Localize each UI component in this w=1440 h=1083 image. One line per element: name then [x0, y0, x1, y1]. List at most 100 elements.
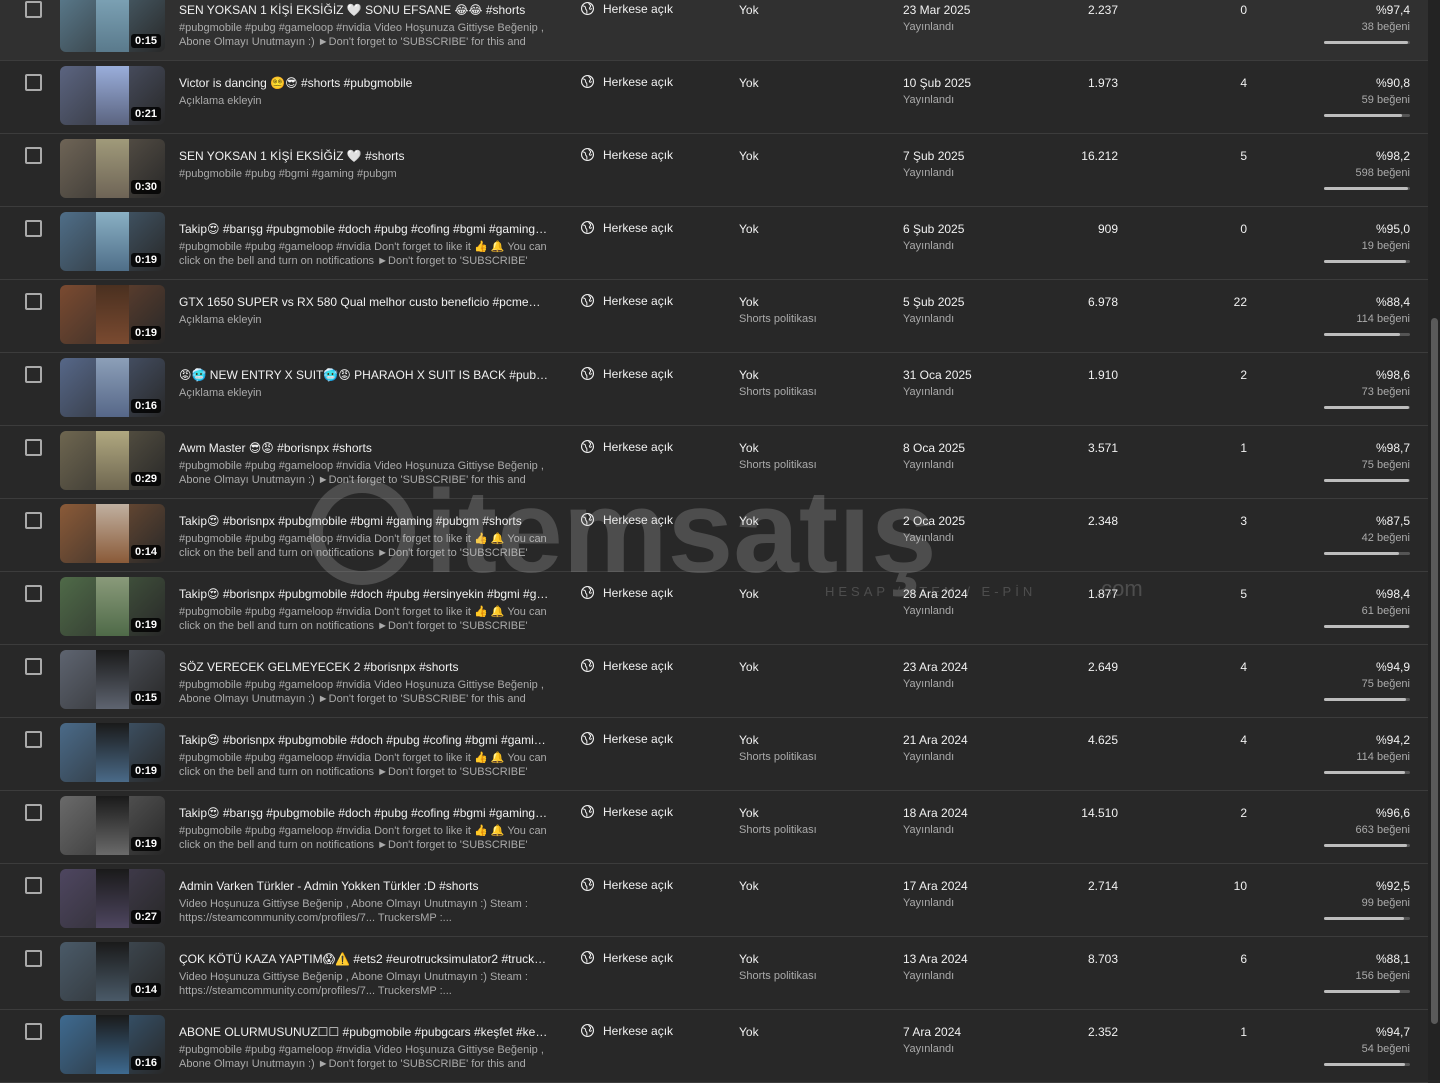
video-thumbnail[interactable]: 0:19: [60, 212, 165, 271]
video-thumbnail[interactable]: 0:19: [60, 723, 165, 782]
video-thumbnail[interactable]: 0:30: [60, 139, 165, 198]
video-row[interactable]: 0:19 Takip😍 #barışg #pubgmobile #doch #pu…: [0, 791, 1428, 864]
video-title[interactable]: Takip😍 #borisnpx #pubgmobile #doch #pubg…: [179, 733, 549, 747]
video-thumbnail[interactable]: 0:15: [60, 650, 165, 709]
video-title[interactable]: ÇOK KÖTÜ KAZA YAPTIM😱⚠️ #ets2 #eurotruck…: [179, 952, 549, 966]
video-row[interactable]: 0:29 Awm Master 😎😡 #borisnpx #shorts #pubg…: [0, 426, 1428, 499]
video-thumbnail[interactable]: 0:19: [60, 285, 165, 344]
video-thumbnail[interactable]: 0:19: [60, 577, 165, 636]
restrictions-cell[interactable]: Yok Shorts politikası: [739, 733, 817, 763]
visibility-dropdown[interactable]: Herkese açık: [580, 585, 673, 600]
video-title[interactable]: SEN YOKSAN 1 KİŞİ EKSİĞİZ 🤍 #shorts: [179, 149, 549, 163]
visibility-dropdown[interactable]: Herkese açık: [580, 366, 673, 381]
video-thumbnail[interactable]: 0:14: [60, 504, 165, 563]
video-thumbnail[interactable]: 0:21: [60, 66, 165, 125]
visibility-dropdown[interactable]: Herkese açık: [580, 950, 673, 965]
video-title[interactable]: SEN YOKSAN 1 KİŞİ EKSİĞİZ 🤍 SONU EFSANE …: [179, 3, 549, 17]
globe-icon: [580, 804, 595, 819]
select-checkbox[interactable]: [25, 439, 42, 456]
video-row[interactable]: 0:19 GTX 1650 SUPER vs RX 580 Qual melhor…: [0, 280, 1428, 353]
video-title[interactable]: SÖZ VERECEK GELMEYECEK 2 #borisnpx #shor…: [179, 660, 549, 674]
video-row[interactable]: 0:19 Takip😍 #borisnpx #pubgmobile #doch #…: [0, 718, 1428, 791]
select-checkbox[interactable]: [25, 147, 42, 164]
video-thumbnail[interactable]: 0:19: [60, 796, 165, 855]
video-title[interactable]: Takip😍 #borisnpx #pubgmobile #doch #pubg…: [179, 587, 549, 601]
select-checkbox[interactable]: [25, 731, 42, 748]
video-row[interactable]: 0:19 Takip😍 #borisnpx #pubgmobile #doch #…: [0, 572, 1428, 645]
visibility-dropdown[interactable]: Herkese açık: [580, 1, 673, 16]
select-checkbox[interactable]: [25, 658, 42, 675]
video-row[interactable]: 0:21 Victor is dancing 😵‍💫😎 #shorts #pubg…: [0, 61, 1428, 134]
video-thumbnail[interactable]: 0:14: [60, 942, 165, 1001]
select-checkbox[interactable]: [25, 74, 42, 91]
video-thumbnail[interactable]: 0:29: [60, 431, 165, 490]
select-checkbox[interactable]: [25, 950, 42, 967]
restrictions-cell[interactable]: Yok: [739, 1025, 759, 1043]
video-title[interactable]: ABONE OLURMUSUNUZ☐☐ #pubgmobile #pubgcar…: [179, 1025, 549, 1039]
visibility-dropdown[interactable]: Herkese açık: [580, 658, 673, 673]
video-title[interactable]: Takip😍 #barışg #pubgmobile #doch #pubg #…: [179, 806, 549, 820]
select-checkbox[interactable]: [25, 220, 42, 237]
restrictions-cell[interactable]: Yok: [739, 879, 759, 897]
restrictions-cell[interactable]: Yok Shorts politikası: [739, 368, 817, 398]
restrictions-cell[interactable]: Yok: [739, 660, 759, 678]
video-description: #pubgmobile #pubg #gameloop #nvidia Vide…: [179, 1044, 544, 1070]
like-count: 61 beğeni: [1361, 605, 1410, 617]
visibility-dropdown[interactable]: Herkese açık: [580, 293, 673, 308]
select-checkbox[interactable]: [25, 366, 42, 383]
date-cell: 7 Ara 2024 Yayınlandı: [903, 1025, 961, 1055]
video-thumbnail[interactable]: 0:27: [60, 869, 165, 928]
select-checkbox[interactable]: [25, 512, 42, 529]
restrictions-cell[interactable]: Yok Shorts politikası: [739, 952, 817, 982]
visibility-dropdown[interactable]: Herkese açık: [580, 877, 673, 892]
restrictions-cell[interactable]: Yok Shorts politikası: [739, 806, 817, 836]
restrictions-cell[interactable]: Yok: [739, 222, 759, 240]
publish-date: 23 Mar 2025: [903, 3, 971, 17]
visibility-dropdown[interactable]: Herkese açık: [580, 220, 673, 235]
visibility-dropdown[interactable]: Herkese açık: [580, 804, 673, 819]
select-checkbox[interactable]: [25, 1023, 42, 1040]
select-checkbox[interactable]: [25, 877, 42, 894]
like-ratio-bar-fill: [1324, 917, 1404, 920]
restriction-value: Yok: [739, 222, 759, 236]
video-title[interactable]: GTX 1650 SUPER vs RX 580 Qual melhor cus…: [179, 295, 549, 309]
video-thumbnail[interactable]: 0:15: [60, 0, 165, 52]
select-checkbox[interactable]: [25, 804, 42, 821]
restrictions-cell[interactable]: Yok: [739, 76, 759, 94]
scrollbar-track[interactable]: [1428, 0, 1440, 1080]
video-title[interactable]: Admin Varken Türkler - Admin Yokken Türk…: [179, 879, 549, 893]
visibility-dropdown[interactable]: Herkese açık: [580, 512, 673, 527]
video-row[interactable]: 0:16 😡🥶 NEW ENTRY X SUIT🥶😡 PHARAOH X SUIT…: [0, 353, 1428, 426]
visibility-dropdown[interactable]: Herkese açık: [580, 74, 673, 89]
video-row[interactable]: 0:15 SEN YOKSAN 1 KİŞİ EKSİĞİZ 🤍 SONU EFS…: [0, 0, 1428, 61]
visibility-dropdown[interactable]: Herkese açık: [580, 731, 673, 746]
video-title[interactable]: Takip😍 #barışg #pubgmobile #doch #pubg #…: [179, 222, 549, 236]
select-checkbox[interactable]: [25, 1, 42, 18]
video-title[interactable]: Awm Master 😎😡 #borisnpx #shorts: [179, 441, 549, 455]
video-row[interactable]: 0:14 Takip😍 #borisnpx #pubgmobile #bgmi #…: [0, 499, 1428, 572]
like-ratio: %95,0: [1375, 222, 1410, 236]
video-row[interactable]: 0:16 ABONE OLURMUSUNUZ☐☐ #pubgmobile #pub…: [0, 1010, 1428, 1083]
select-checkbox[interactable]: [25, 293, 42, 310]
visibility-dropdown[interactable]: Herkese açık: [580, 439, 673, 454]
visibility-dropdown[interactable]: Herkese açık: [580, 147, 673, 162]
video-title[interactable]: 😡🥶 NEW ENTRY X SUIT🥶😡 PHARAOH X SUIT IS …: [179, 368, 549, 382]
video-thumbnail[interactable]: 0:16: [60, 358, 165, 417]
restrictions-cell[interactable]: Yok: [739, 3, 759, 21]
visibility-dropdown[interactable]: Herkese açık: [580, 1023, 673, 1038]
restrictions-cell[interactable]: Yok: [739, 149, 759, 167]
restrictions-cell[interactable]: Yok Shorts politikası: [739, 441, 817, 471]
video-thumbnail[interactable]: 0:16: [60, 1015, 165, 1074]
select-checkbox[interactable]: [25, 585, 42, 602]
video-title[interactable]: Takip😍 #borisnpx #pubgmobile #bgmi #gami…: [179, 514, 549, 528]
video-title[interactable]: Victor is dancing 😵‍💫😎 #shorts #pubgmobi…: [179, 76, 549, 90]
scrollbar-thumb[interactable]: [1431, 318, 1438, 1024]
video-row[interactable]: 0:15 SÖZ VERECEK GELMEYECEK 2 #borisnpx #…: [0, 645, 1428, 718]
video-row[interactable]: 0:19 Takip😍 #barışg #pubgmobile #doch #pu…: [0, 207, 1428, 280]
video-row[interactable]: 0:27 Admin Varken Türkler - Admin Yokken …: [0, 864, 1428, 937]
restrictions-cell[interactable]: Yok Shorts politikası: [739, 295, 817, 325]
video-row[interactable]: 0:14 ÇOK KÖTÜ KAZA YAPTIM😱⚠️ #ets2 #eurot…: [0, 937, 1428, 1010]
restrictions-cell[interactable]: Yok: [739, 587, 759, 605]
restrictions-cell[interactable]: Yok: [739, 514, 759, 532]
video-row[interactable]: 0:30 SEN YOKSAN 1 KİŞİ EKSİĞİZ 🤍 #shorts #…: [0, 134, 1428, 207]
